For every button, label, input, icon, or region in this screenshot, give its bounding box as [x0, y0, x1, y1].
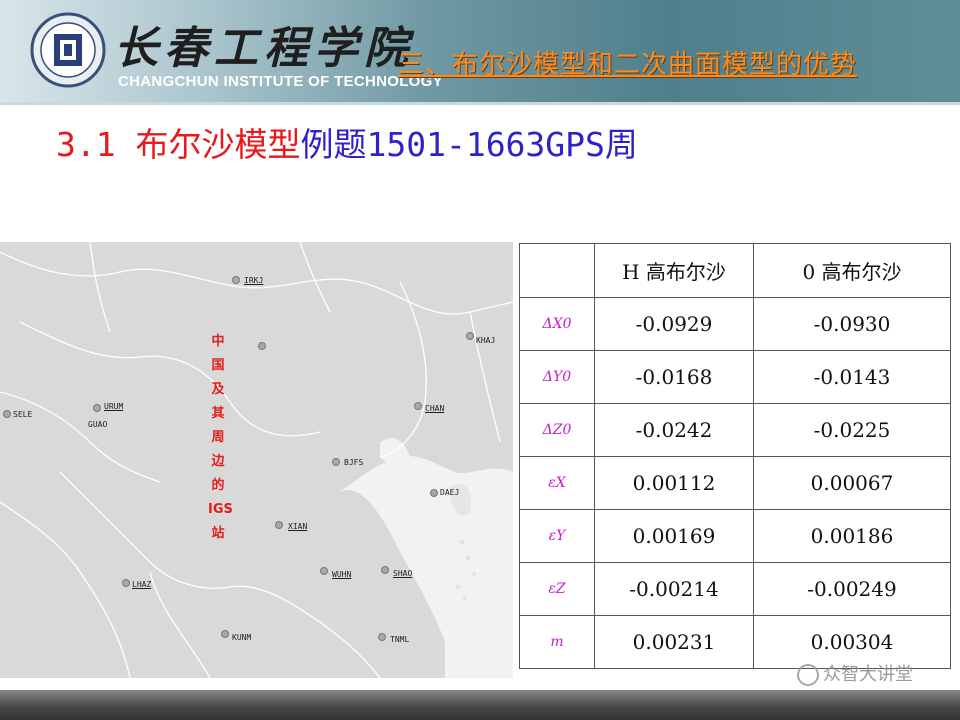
value-cell: -0.00249: [753, 562, 951, 616]
station-dot-bjfs: [332, 458, 340, 466]
table-header-cell: [519, 243, 595, 298]
station-irkj: IRKJ: [244, 276, 263, 285]
caption-char: 及: [211, 382, 225, 397]
caption-char: 站: [211, 526, 225, 541]
school-logo: [30, 12, 106, 88]
station-label-irkj: IRKJ: [244, 276, 264, 285]
value-cell: 0.00067: [753, 456, 951, 510]
station-dot-khaj: [466, 332, 474, 340]
value-cell: -0.0930: [753, 297, 951, 351]
caption-char: 边: [211, 454, 225, 469]
station-dot-xian: [275, 521, 283, 529]
table-header-cell: 0 高布尔沙: [753, 243, 951, 298]
station-label-khaj: KHAJ: [476, 336, 496, 345]
param-cell: ΔY0: [519, 350, 595, 404]
value-cell: -0.00214: [594, 562, 754, 616]
station-label-xian: XIAN: [288, 522, 308, 531]
slide-title-blue: 例题1501-1663GPS周: [300, 125, 638, 164]
value-cell: -0.0143: [753, 350, 951, 404]
value-cell: 0.00169: [594, 509, 754, 563]
value-cell: 0.00186: [753, 509, 951, 563]
table-header-row: H 高布尔沙 0 高布尔沙: [519, 243, 951, 298]
station-urum: URUM: [104, 402, 123, 411]
unlabeled-station-dot: [258, 342, 266, 350]
station-label-lhaz: LHAZ: [132, 580, 152, 589]
station-label-sele: SELE: [13, 410, 33, 419]
value-cell: 0.00231: [594, 615, 754, 669]
watermark: 众智大讲堂: [797, 660, 913, 686]
station-label-guao: GUAO: [88, 420, 108, 429]
station-dot-tnml: [378, 633, 386, 641]
school-name-chinese: 长春工程学院: [114, 23, 414, 74]
station-dot-wuhn: [320, 567, 328, 575]
station-label-bjfs: BJFS: [344, 458, 364, 467]
caption-char: 中: [211, 334, 225, 349]
station-dot-sele: [3, 410, 11, 418]
value-cell: -0.0242: [594, 403, 754, 457]
param-cell: εZ: [519, 562, 595, 616]
caption-char: 周: [211, 430, 225, 445]
caption-char: IGS: [208, 502, 233, 517]
param-cell: ΔZ0: [519, 403, 595, 457]
station-dot-chan: [414, 402, 422, 410]
caption-char: 其: [211, 406, 225, 421]
station-shao: SHAO: [393, 569, 412, 578]
slide-title: 3.1 布尔沙模型例题1501-1663GPS周: [56, 118, 638, 166]
param-cell: εX: [519, 456, 595, 510]
station-dot-urum: [93, 404, 101, 412]
watermark-logo-icon: [797, 664, 819, 686]
station-dot-lhaz: [122, 579, 130, 587]
caption-char: 国: [211, 358, 225, 373]
station-tnml: TNML: [390, 635, 409, 644]
station-label-daej: DAEJ: [440, 488, 460, 497]
table-row: ΔY0 -0.0168 -0.0143: [519, 350, 951, 404]
station-guao: GUAO: [88, 420, 107, 429]
station-label-tnml: TNML: [390, 635, 410, 644]
table-row: ΔZ0 -0.0242 -0.0225: [519, 403, 951, 457]
station-wuhn: WUHN: [332, 570, 351, 579]
header-divider: [0, 102, 960, 105]
param-cell: ΔX0: [519, 297, 595, 351]
value-cell: 0.00112: [594, 456, 754, 510]
value-cell: -0.0168: [594, 350, 754, 404]
table-row: ΔX0 -0.0929 -0.0930: [519, 297, 951, 351]
slide-title-red: 3.1 布尔沙模型: [56, 125, 301, 164]
value-cell: -0.0225: [753, 403, 951, 457]
station-label-kunm: KUNM: [232, 633, 252, 642]
footer-band: [0, 690, 960, 720]
table-row: εX 0.00112 0.00067: [519, 456, 951, 510]
station-dot-irkj: [232, 276, 240, 284]
station-label-urum: URUM: [104, 402, 124, 411]
param-cell: εY: [519, 509, 595, 563]
watermark-text: 众智大讲堂: [823, 664, 913, 685]
station-kunm: KUNM: [232, 633, 251, 642]
station-khaj: KHAJ: [476, 336, 495, 345]
station-label-shao: SHAO: [393, 569, 413, 578]
station-label-chan: CHAN: [425, 404, 445, 413]
station-dot-daej: [430, 489, 438, 497]
section-title: 三、布尔沙模型和二次曲面模型的优势: [398, 50, 858, 80]
station-chan: CHAN: [425, 404, 444, 413]
station-sele: SELE: [13, 410, 32, 419]
station-daej: DAEJ: [440, 488, 459, 497]
station-lhaz: LHAZ: [132, 580, 151, 589]
station-dot-shao: [381, 566, 389, 574]
table-row: εY 0.00169 0.00186: [519, 509, 951, 563]
map-vertical-caption: 中 国 及 其 周 边 的 IGS 站: [208, 330, 233, 546]
school-name-english: CHANGCHUN INSTITUTE OF TECHNOLOGY: [118, 73, 443, 90]
table-header-cell: H 高布尔沙: [594, 243, 754, 298]
bursa-params-table: H 高布尔沙 0 高布尔沙 ΔX0 -0.0929 -0.0930 ΔY0 -0…: [519, 243, 951, 669]
igs-station-map: IRKJ KHAJ SELE URUM GUAO CHAN BJFS DAEJ …: [0, 242, 513, 678]
param-cell: m: [519, 615, 595, 669]
station-xian: XIAN: [288, 522, 307, 531]
map-borders: [0, 242, 513, 678]
station-label-wuhn: WUHN: [332, 570, 352, 579]
caption-char: 的: [211, 478, 225, 493]
station-bjfs: BJFS: [344, 458, 363, 467]
table-row: εZ -0.00214 -0.00249: [519, 562, 951, 616]
station-dot-kunm: [221, 630, 229, 638]
value-cell: -0.0929: [594, 297, 754, 351]
